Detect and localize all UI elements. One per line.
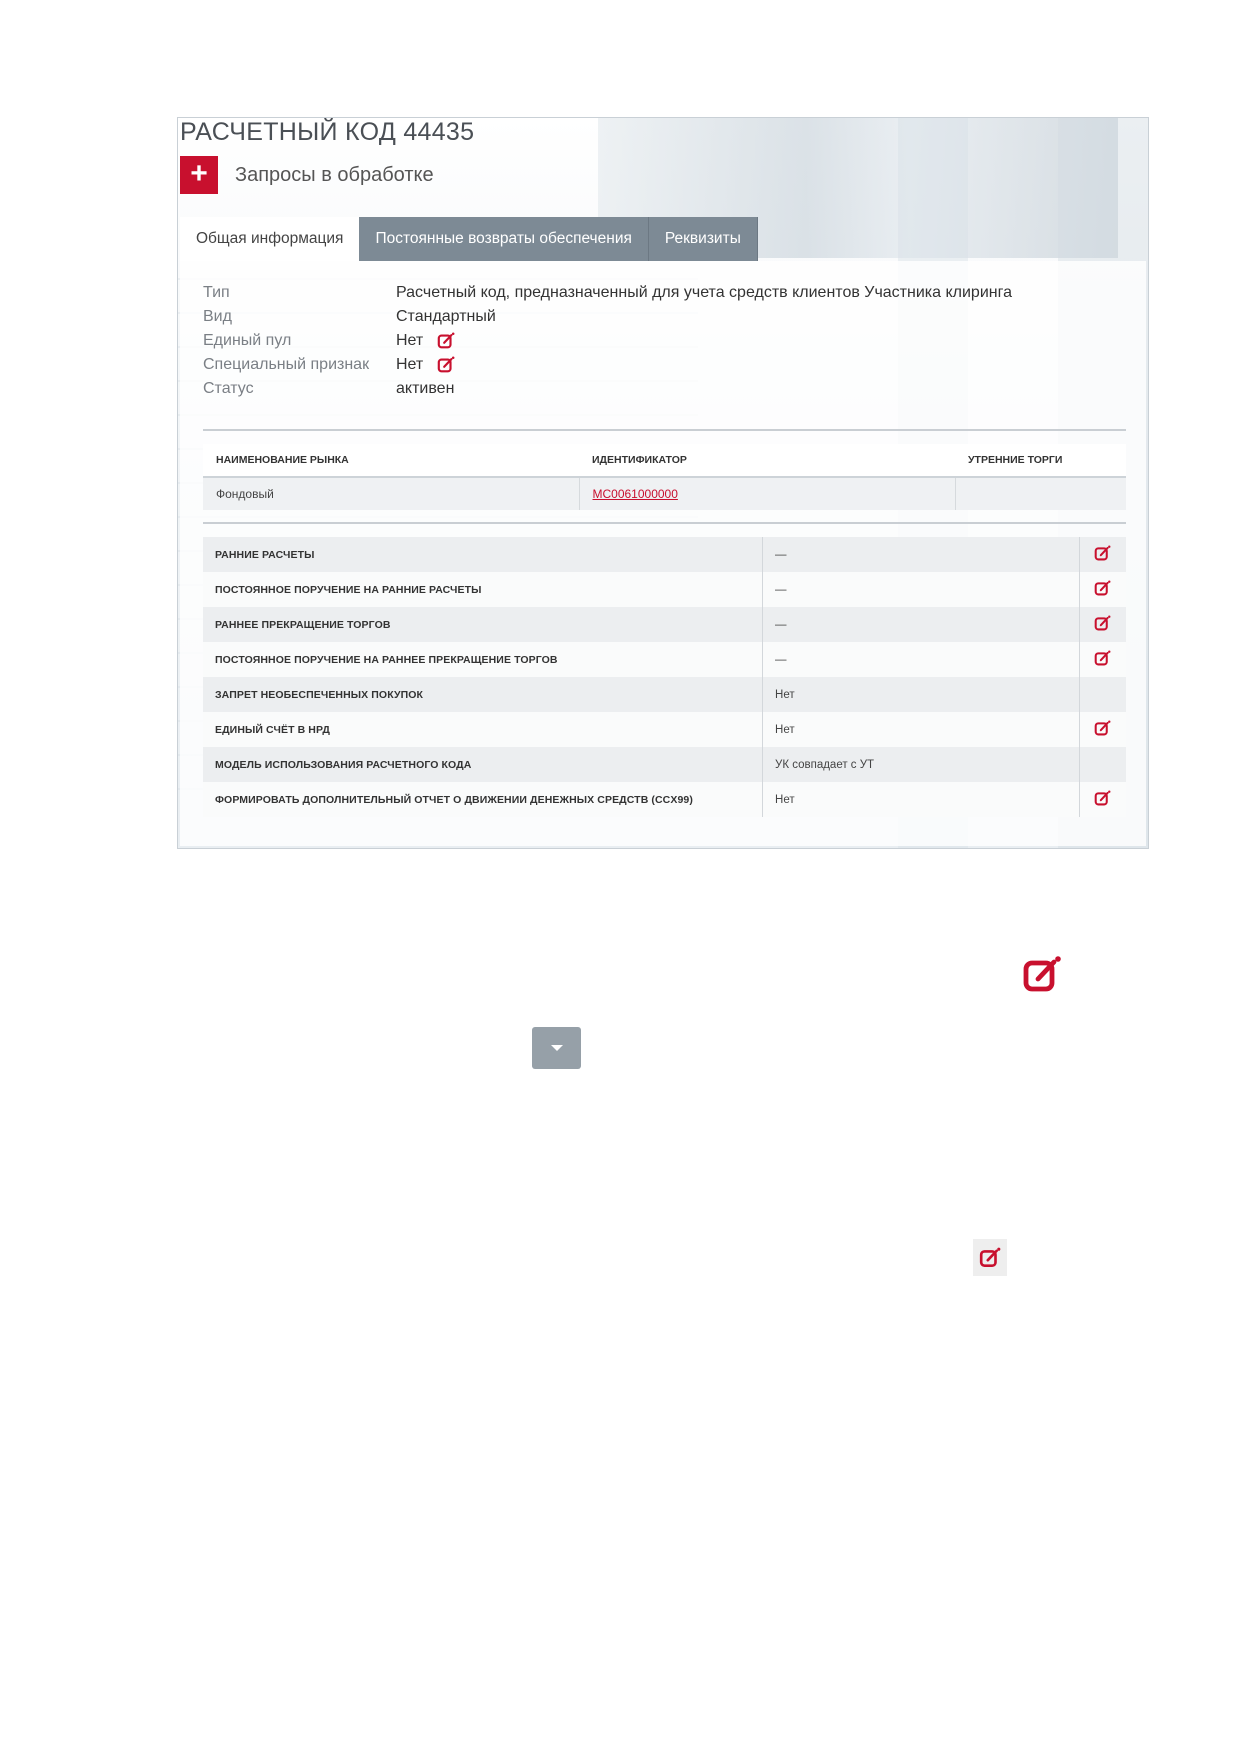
info-key: Специальный признак	[203, 356, 370, 373]
column-header-market: НАИМЕНОВАНИЕ РЫНКА	[203, 444, 579, 478]
table-row: ЕДИНЫЙ СЧЁТ В НРД Нет	[203, 712, 1126, 747]
setting-value: Нет	[762, 677, 1080, 712]
column-header-identifier: ИДЕНТИФИКАТОР	[579, 444, 955, 478]
identifier-link[interactable]: MC0061000000	[593, 487, 678, 501]
info-value: Стандартный	[396, 308, 496, 325]
setting-label: МОДЕЛЬ ИСПОЛЬЗОВАНИЯ РАСЧЕТНОГО КОДА	[203, 747, 764, 782]
edit-icon[interactable]	[1094, 790, 1111, 807]
info-row-special-flag: Специальный признак Нет	[203, 353, 1012, 377]
table-row: ЗАПРЕТ НЕОБЕСПЕЧЕННЫХ ПОКУПОК Нет	[203, 677, 1126, 712]
info-value: Нет	[396, 332, 424, 349]
setting-value: —	[762, 642, 1080, 677]
setting-label: ЕДИНЫЙ СЧЁТ В НРД	[203, 712, 764, 747]
morning-trading	[955, 477, 1126, 510]
table-row: ФОРМИРОВАТЬ ДОПОЛНИТЕЛЬНЫЙ ОТЧЕТ О ДВИЖЕ…	[203, 782, 1126, 817]
setting-value: —	[762, 537, 1080, 572]
caret-down-icon	[550, 1045, 563, 1051]
tab-general-info[interactable]: Общая информация	[180, 217, 360, 261]
info-key: Тип	[203, 284, 230, 301]
table-row: РАННЕЕ ПРЕКРАЩЕНИЕ ТОРГОВ —	[203, 607, 1126, 642]
edit-icon[interactable]	[1094, 615, 1111, 632]
info-key: Вид	[203, 308, 232, 325]
setting-edit-cell	[1079, 782, 1126, 817]
markets-table: НАИМЕНОВАНИЕ РЫНКА ИДЕНТИФИКАТОР УТРЕННИ…	[203, 444, 1126, 510]
page-title: РАСЧЕТНЫЙ КОД 44435	[180, 118, 475, 146]
info-row-kind: Вид Стандартный	[203, 305, 1012, 329]
setting-edit-cell	[1079, 642, 1126, 677]
setting-label: РАННИЕ РАСЧЕТЫ	[203, 537, 764, 572]
edit-icon[interactable]	[1094, 720, 1111, 737]
setting-label: ЗАПРЕТ НЕОБЕСПЕЧЕННЫХ ПОКУПОК	[203, 677, 764, 712]
setting-edit-cell	[1079, 712, 1126, 747]
tab-collateral-returns[interactable]: Постоянные возвраты обеспечения	[359, 217, 649, 261]
edit-icon[interactable]	[1094, 580, 1111, 597]
setting-label: РАННЕЕ ПРЕКРАЩЕНИЕ ТОРГОВ	[203, 607, 764, 642]
edit-icon[interactable]	[1022, 955, 1062, 995]
setting-edit-cell	[1079, 572, 1126, 607]
setting-value: —	[762, 572, 1080, 607]
requests-row: + Запросы в обработке	[180, 156, 434, 194]
table-row: МОДЕЛЬ ИСПОЛЬЗОВАНИЯ РАСЧЕТНОГО КОДА УК с…	[203, 747, 1126, 782]
edit-icon[interactable]	[437, 332, 455, 350]
setting-label: ФОРМИРОВАТЬ ДОПОЛНИТЕЛЬНЫЙ ОТЧЕТ О ДВИЖЕ…	[203, 782, 764, 817]
info-row-single-pool: Единый пул Нет	[203, 329, 1012, 353]
info-value: Нет	[396, 356, 424, 373]
info-list: Тип Расчетный код, предназначенный для у…	[203, 281, 1012, 401]
setting-value: Нет	[762, 782, 1080, 817]
add-request-button[interactable]: +	[180, 156, 218, 194]
info-row-type: Тип Расчетный код, предназначенный для у…	[203, 281, 1012, 305]
edit-icon[interactable]	[1094, 545, 1111, 562]
table-row: РАННИЕ РАСЧЕТЫ —	[203, 537, 1126, 572]
settings-table: РАННИЕ РАСЧЕТЫ — ПОСТОЯННОЕ ПОРУЧЕНИЕ НА Р…	[203, 537, 1126, 817]
divider	[203, 429, 1126, 431]
setting-label: ПОСТОЯННОЕ ПОРУЧЕНИЕ НА РАННЕЕ ПРЕКРАЩЕН…	[203, 642, 764, 677]
table-row: Фондовый MC0061000000	[203, 477, 1126, 510]
column-header-morning: УТРЕННИЕ ТОРГИ	[955, 444, 1126, 478]
setting-edit-cell	[1079, 607, 1126, 642]
requests-label: Запросы в обработке	[235, 163, 434, 186]
info-key: Единый пул	[203, 332, 292, 349]
setting-value: Нет	[762, 712, 1080, 747]
status-value: активен	[396, 380, 455, 397]
settlement-code-card: РАСЧЕТНЫЙ КОД 44435 + Запросы в обработк…	[177, 117, 1149, 849]
table-row: ПОСТОЯННОЕ ПОРУЧЕНИЕ НА РАННИЕ РАСЧЕТЫ —	[203, 572, 1126, 607]
setting-value: —	[762, 607, 1080, 642]
market-name: Фондовый	[203, 477, 580, 510]
edit-icon[interactable]	[1094, 650, 1111, 667]
edit-icon	[979, 1247, 1001, 1267]
table-row: ПОСТОЯННОЕ ПОРУЧЕНИЕ НА РАННЕЕ ПРЕКРАЩЕН…	[203, 642, 1126, 677]
setting-value: УК совпадает с УТ	[762, 747, 1080, 782]
dropdown-button[interactable]	[532, 1027, 581, 1069]
info-key: Статус	[203, 380, 254, 397]
divider	[203, 522, 1126, 524]
tab-requisites[interactable]: Реквизиты	[648, 217, 758, 261]
tab-bar: Общая информация Постоянные возвраты обе…	[180, 217, 758, 261]
info-value: Расчетный код, предназначенный для учета…	[396, 284, 1012, 301]
tab-panel: Тип Расчетный код, предназначенный для у…	[180, 261, 1146, 846]
setting-edit-cell	[1079, 537, 1126, 572]
setting-label: ПОСТОЯННОЕ ПОРУЧЕНИЕ НА РАННИЕ РАСЧЕТЫ	[203, 572, 764, 607]
setting-edit-cell	[1079, 677, 1126, 712]
info-row-status: Статус активен	[203, 377, 1012, 401]
setting-edit-cell	[1079, 747, 1126, 782]
edit-icon[interactable]	[437, 356, 455, 374]
edit-button[interactable]	[973, 1239, 1007, 1276]
